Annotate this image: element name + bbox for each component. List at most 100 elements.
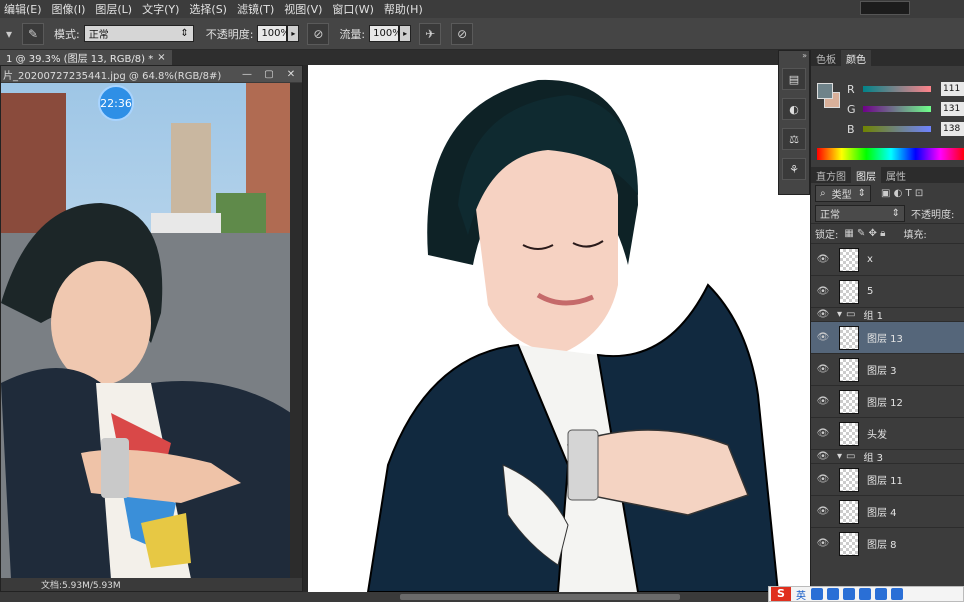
menu-view[interactable]: 视图(V) bbox=[284, 1, 322, 17]
layer-name: 头发 bbox=[867, 430, 887, 441]
group-row-3[interactable]: 👁︎ ▾ ▭ 组 3 bbox=[811, 449, 964, 464]
minimize-icon[interactable]: — bbox=[236, 69, 258, 80]
settings-icon[interactable] bbox=[891, 588, 903, 600]
main-canvas[interactable] bbox=[308, 65, 810, 592]
slider-g-track[interactable] bbox=[863, 106, 931, 112]
flow-slider-button[interactable]: ▸ bbox=[399, 25, 412, 42]
menu-filter[interactable]: 滤镜(T) bbox=[237, 1, 274, 17]
chevron-down-icon[interactable]: ▾ bbox=[837, 451, 842, 462]
layer-row-4[interactable]: 👁︎ 图层 4 bbox=[811, 495, 964, 527]
eye-icon[interactable]: 👁︎ bbox=[811, 428, 835, 439]
eye-icon[interactable]: 👁︎ bbox=[811, 364, 835, 375]
slider-r[interactable]: R 111 bbox=[847, 82, 964, 96]
eye-icon[interactable]: 👁︎ bbox=[811, 538, 835, 549]
menu-image[interactable]: 图像(I) bbox=[52, 1, 86, 17]
reference-window-titlebar[interactable]: 片_20200727235441.jpg @ 64.8%(RGB/8#) — ▢… bbox=[1, 66, 302, 82]
layer-name: 图层 3 bbox=[867, 366, 897, 377]
skin-icon[interactable] bbox=[875, 588, 887, 600]
chevron-down-icon[interactable]: ▾ bbox=[837, 309, 842, 320]
tab-properties[interactable]: 属性 bbox=[881, 167, 911, 183]
opacity-slider-button[interactable]: ▸ bbox=[287, 25, 300, 42]
eye-icon[interactable]: 👁︎ bbox=[811, 474, 835, 485]
reference-scrollbar[interactable] bbox=[290, 83, 302, 579]
horizontal-scroll-thumb[interactable] bbox=[400, 594, 680, 600]
ime-lang[interactable]: 英 bbox=[796, 587, 806, 602]
menu-type[interactable]: 文字(Y) bbox=[142, 1, 179, 17]
keyboard-icon[interactable] bbox=[859, 588, 871, 600]
menu-select[interactable]: 选择(S) bbox=[189, 1, 227, 17]
clone-source-icon[interactable]: ⚖ bbox=[782, 128, 806, 150]
adjust-panel-icon[interactable]: ◐ bbox=[782, 98, 806, 120]
reference-window[interactable]: 片_20200727235441.jpg @ 64.8%(RGB/8#) — ▢… bbox=[0, 65, 303, 592]
tool-preset-button[interactable]: ▾ bbox=[4, 23, 14, 45]
flow-input[interactable]: 100% bbox=[369, 25, 402, 42]
blend-mode-dropdown[interactable]: 正常 ⇕ bbox=[815, 204, 905, 222]
pressure-opacity-icon[interactable]: ⊘ bbox=[307, 22, 330, 45]
foreground-color-swatch[interactable] bbox=[817, 83, 833, 99]
layer-row-8[interactable]: 👁︎ 图层 8 bbox=[811, 527, 964, 559]
mode-dropdown[interactable]: 正常 ⇕ bbox=[83, 25, 194, 42]
ime-toolbar: S 英 bbox=[768, 586, 964, 602]
brush-preset-icon[interactable]: ✎ bbox=[22, 22, 44, 45]
menu-help[interactable]: 帮助(H) bbox=[384, 1, 423, 17]
menu-window[interactable]: 窗口(W) bbox=[332, 1, 373, 17]
microphone-icon[interactable] bbox=[843, 588, 855, 600]
eye-icon[interactable]: 👁︎ bbox=[811, 396, 835, 407]
group-name: 组 3 bbox=[863, 453, 884, 464]
brush-preset-panel-icon[interactable]: ▤ bbox=[782, 68, 806, 90]
slider-b-value[interactable]: 138 bbox=[941, 122, 964, 136]
collapse-icon[interactable]: » bbox=[779, 51, 809, 60]
eye-icon[interactable]: 👁︎ bbox=[811, 309, 835, 320]
sogou-logo[interactable]: S bbox=[771, 587, 791, 601]
layer-name: 5 bbox=[867, 286, 874, 297]
tab-document[interactable]: 1 @ 39.3% (图层 13, RGB/8) * × bbox=[0, 50, 172, 65]
layer-row-11[interactable]: 👁︎ 图层 11 bbox=[811, 463, 964, 495]
punctuation-icon[interactable] bbox=[811, 588, 823, 600]
layer-row-3[interactable]: 👁︎ 图层 3 bbox=[811, 353, 964, 385]
slider-r-value[interactable]: 111 bbox=[941, 82, 964, 96]
eye-icon[interactable]: 👁︎ bbox=[811, 332, 835, 343]
app-indicator bbox=[860, 1, 910, 15]
layer-row-x[interactable]: 👁︎ x bbox=[811, 243, 964, 275]
slider-g[interactable]: G 131 bbox=[847, 102, 964, 116]
group-row-1[interactable]: 👁︎ ▾ ▭ 组 1 bbox=[811, 307, 964, 322]
airbrush-icon[interactable]: ✈ bbox=[419, 22, 442, 45]
slider-b-track[interactable] bbox=[863, 126, 931, 132]
layer-row-12[interactable]: 👁︎ 图层 12 bbox=[811, 385, 964, 417]
eye-icon[interactable]: 👁︎ bbox=[811, 506, 835, 517]
color-spectrum[interactable] bbox=[817, 148, 964, 160]
slider-b-value-text: 138 bbox=[943, 124, 961, 134]
tab-histogram[interactable]: 直方图 bbox=[811, 167, 851, 183]
pressure-size-icon[interactable]: ⊘ bbox=[451, 22, 474, 45]
layer-name: x bbox=[867, 254, 873, 265]
close-icon[interactable]: ✕ bbox=[280, 69, 302, 80]
mode-value: 正常 bbox=[88, 30, 109, 41]
filter-icons[interactable]: ▣ ◐ T ⊡ bbox=[881, 188, 923, 199]
emoji-icon[interactable] bbox=[827, 588, 839, 600]
menu-layer[interactable]: 图层(L) bbox=[95, 1, 132, 17]
tool-presets-icon[interactable]: ⚘ bbox=[782, 158, 806, 180]
eye-icon[interactable]: 👁︎ bbox=[811, 451, 835, 462]
menu-edit[interactable]: 编辑(E) bbox=[4, 1, 42, 17]
layer-kind-dropdown[interactable]: ⌕ 类型 ⇕ bbox=[815, 184, 871, 202]
eye-icon[interactable]: 👁︎ bbox=[811, 254, 835, 265]
lock-icons[interactable]: ▦ ✎ ✥ 🔒︎ bbox=[844, 228, 885, 239]
layer-row-hair[interactable]: 👁︎ 头发 bbox=[811, 417, 964, 449]
layer-row-13[interactable]: 👁︎ 图层 13 bbox=[811, 321, 964, 353]
maximize-icon[interactable]: ▢ bbox=[258, 69, 280, 80]
mode-label: 模式: bbox=[54, 27, 80, 41]
layer-name: 图层 4 bbox=[867, 508, 897, 519]
tab-layers[interactable]: 图层 bbox=[851, 167, 881, 183]
reference-status: 文档:5.93M/5.93M bbox=[1, 578, 302, 591]
opacity-input[interactable]: 100% bbox=[257, 25, 290, 42]
layer-row-5[interactable]: 👁︎ 5 bbox=[811, 275, 964, 307]
tab-document-label: 1 @ 39.3% (图层 13, RGB/8) * bbox=[6, 54, 154, 65]
close-icon[interactable]: × bbox=[157, 52, 165, 63]
lock-row: 锁定: ▦ ✎ ✥ 🔒︎ 填充: bbox=[811, 223, 964, 243]
tab-color[interactable]: 颜色 bbox=[841, 50, 871, 66]
slider-r-track[interactable] bbox=[863, 86, 931, 92]
tab-swatches[interactable]: 色板 bbox=[811, 50, 841, 66]
slider-b[interactable]: B 138 bbox=[847, 122, 964, 136]
slider-g-value[interactable]: 131 bbox=[941, 102, 964, 116]
eye-icon[interactable]: 👁︎ bbox=[811, 286, 835, 297]
